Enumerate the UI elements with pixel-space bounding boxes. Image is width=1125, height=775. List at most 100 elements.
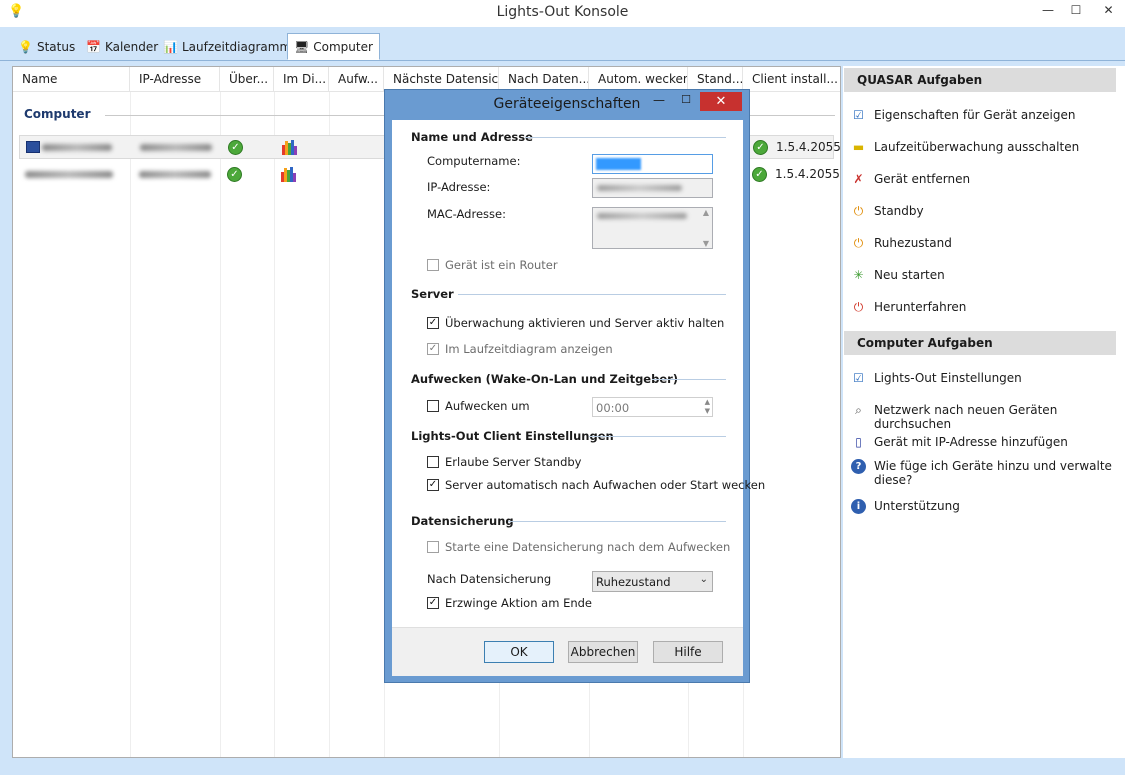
section-divider bbox=[508, 521, 726, 522]
task-label: Laufzeitüberwachung ausschalten bbox=[874, 140, 1080, 154]
shutdown-icon: ⏻ bbox=[853, 300, 864, 314]
window-title-bar: 💡 Lights-Out Konsole — ☐ ✕ bbox=[0, 0, 1125, 27]
column-header-wake[interactable]: Aufw... bbox=[329, 67, 384, 92]
wake-time-input[interactable]: 00:00 ▲ ▼ bbox=[592, 397, 713, 417]
spin-down-icon[interactable]: ▼ bbox=[705, 407, 710, 415]
dialog-body: Name und Adresse Computername: IP-Adress… bbox=[392, 120, 765, 627]
dialog-title-bar: Geräteeigenschaften — ☐ ✕ bbox=[385, 90, 749, 118]
wake-at-checkbox[interactable]: Aufwecken um bbox=[427, 399, 530, 413]
task-label: Neu starten bbox=[874, 268, 945, 282]
task-label: Gerät entfernen bbox=[874, 172, 971, 186]
client-version: 1.5.4.2055 bbox=[776, 140, 841, 154]
network-scan-icon: ⌕ bbox=[855, 403, 862, 417]
spin-up-icon[interactable]: ▲ bbox=[705, 398, 710, 406]
task-item[interactable]: ☑ Lights-Out Einstellungen bbox=[851, 371, 1113, 386]
minimize-button[interactable]: — bbox=[1034, 0, 1062, 20]
checkbox-label: Server automatisch nach Aufwachen oder S… bbox=[445, 478, 766, 492]
redacted-name bbox=[42, 144, 112, 151]
task-item[interactable]: i Unterstützung bbox=[851, 499, 1113, 514]
status-strip bbox=[0, 760, 1125, 775]
checkbox-box: ✓ bbox=[427, 597, 439, 609]
cancel-button[interactable]: Abbrechen bbox=[568, 641, 638, 663]
after-backup-label: Nach Datensicherung bbox=[427, 572, 552, 586]
standby-icon: ⏻ bbox=[853, 204, 864, 218]
task-item[interactable]: ✳ Neu starten bbox=[851, 268, 1113, 283]
task-item[interactable]: ? Wie füge ich Geräte hinzu und verwalte … bbox=[851, 459, 1113, 487]
add-device-icon: ▯ bbox=[855, 435, 862, 449]
task-label: Unterstützung bbox=[874, 499, 960, 513]
allow-standby-checkbox[interactable]: Erlaube Server Standby bbox=[427, 455, 581, 469]
status-ok-icon: ✓ bbox=[752, 167, 767, 182]
computername-label: Computername: bbox=[427, 154, 521, 168]
column-divider bbox=[220, 92, 221, 757]
checkbox-box: ✓ bbox=[427, 317, 439, 329]
force-action-checkbox[interactable]: ✓ Erzwinge Aktion am Ende bbox=[427, 596, 592, 610]
checkbox-label: Gerät ist ein Router bbox=[445, 258, 558, 272]
quasar-tasks-header: QUASAR Aufgaben bbox=[844, 68, 1116, 92]
after-backup-selected: Ruhezustand bbox=[596, 575, 671, 589]
column-header-diagram[interactable]: Im Di... bbox=[274, 67, 329, 92]
task-item[interactable]: ⏻ Ruhezustand bbox=[851, 236, 1113, 251]
settings-icon: ☑ bbox=[853, 371, 864, 385]
status-ok-icon: ✓ bbox=[753, 140, 768, 155]
column-divider bbox=[329, 92, 330, 757]
column-header-name[interactable]: Name bbox=[13, 67, 130, 92]
maximize-button[interactable]: ☐ bbox=[1062, 0, 1090, 20]
chevron-down-icon: ⌄ bbox=[699, 574, 708, 585]
chart-icon bbox=[281, 167, 297, 182]
computer-tasks-header: Computer Aufgaben bbox=[844, 331, 1116, 355]
ok-button[interactable]: OK bbox=[484, 641, 554, 663]
task-label: Herunterfahren bbox=[874, 300, 967, 314]
auto-wake-checkbox[interactable]: ✓ Server automatisch nach Aufwachen oder… bbox=[427, 478, 765, 492]
scroll-down-icon[interactable]: ▼ bbox=[703, 239, 709, 248]
task-item[interactable]: ⌕ Netzwerk nach neuen Geräten durchsuchen bbox=[851, 403, 1113, 431]
section-backup: Datensicherung bbox=[411, 514, 514, 528]
tab-laufzeitdiagramm[interactable]: 📊 Laufzeitdiagramm bbox=[157, 34, 297, 59]
task-item[interactable]: ☑ Eigenschaften für Gerät anzeigen bbox=[851, 108, 1113, 123]
bulb-icon: 💡 bbox=[18, 39, 33, 54]
tab-label: Computer bbox=[313, 39, 373, 54]
show-in-diagram-checkbox[interactable]: ✓ Im Laufzeitdiagram anzeigen bbox=[427, 342, 613, 356]
dialog-close-button[interactable]: ✕ bbox=[700, 92, 742, 111]
column-header-client-installed[interactable]: Client install... bbox=[743, 67, 840, 92]
mac-address-field[interactable]: ▲ ▼ bbox=[592, 207, 713, 249]
computer-icon bbox=[26, 141, 40, 153]
redacted-name bbox=[25, 171, 113, 178]
ip-address-field[interactable] bbox=[592, 178, 713, 198]
task-label: Wie füge ich Geräte hinzu und verwalte d… bbox=[874, 459, 1112, 487]
redacted-ip bbox=[140, 144, 212, 151]
help-button[interactable]: Hilfe bbox=[653, 641, 723, 663]
tab-kalender[interactable]: 📅 Kalender bbox=[80, 34, 164, 59]
redacted-ip bbox=[139, 171, 211, 178]
tab-status[interactable]: 💡 Status bbox=[12, 34, 81, 59]
section-server: Server bbox=[411, 287, 454, 301]
section-divider bbox=[458, 294, 726, 295]
dialog-minimize-button[interactable]: — bbox=[649, 93, 669, 111]
column-header-monitoring[interactable]: Über... bbox=[220, 67, 274, 92]
task-item[interactable]: ▯ Gerät mit IP-Adresse hinzufügen bbox=[851, 435, 1113, 450]
remove-icon: ✗ bbox=[853, 172, 864, 186]
dialog-maximize-button[interactable]: ☐ bbox=[676, 93, 696, 111]
column-header-ip[interactable]: IP-Adresse bbox=[130, 67, 220, 92]
task-item[interactable]: ⏻ Herunterfahren bbox=[851, 300, 1113, 315]
checkbox-label: Erzwinge Aktion am Ende bbox=[445, 596, 592, 610]
backup-after-wake-checkbox[interactable]: Starte eine Datensicherung nach dem Aufw… bbox=[427, 540, 730, 554]
task-item[interactable]: ⏻ Standby bbox=[851, 204, 1113, 219]
close-button[interactable]: ✕ bbox=[1092, 0, 1125, 20]
group-header: Computer bbox=[24, 107, 91, 121]
monitoring-checkbox[interactable]: ✓ Überwachung aktivieren und Server akti… bbox=[427, 316, 724, 330]
tab-label: Laufzeitdiagramm bbox=[181, 39, 292, 54]
checkbox-box bbox=[427, 400, 439, 412]
tab-computer[interactable]: 🖥 Computer bbox=[287, 33, 380, 60]
task-item[interactable]: ▬ Laufzeitüberwachung ausschalten bbox=[851, 140, 1113, 155]
router-checkbox[interactable]: Gerät ist ein Router bbox=[427, 258, 558, 272]
section-client-settings: Lights-Out Client Einstellungen bbox=[411, 429, 614, 443]
info-icon: i bbox=[851, 499, 866, 514]
task-item[interactable]: ✗ Gerät entfernen bbox=[851, 172, 1113, 187]
after-backup-select[interactable]: Ruhezustand ⌄ bbox=[592, 571, 713, 592]
scroll-up-icon[interactable]: ▲ bbox=[703, 208, 709, 217]
section-divider bbox=[652, 379, 726, 380]
client-version: 1.5.4.2055 bbox=[775, 167, 840, 181]
computername-field[interactable] bbox=[592, 154, 713, 174]
window-title: Lights-Out Konsole bbox=[496, 4, 629, 20]
